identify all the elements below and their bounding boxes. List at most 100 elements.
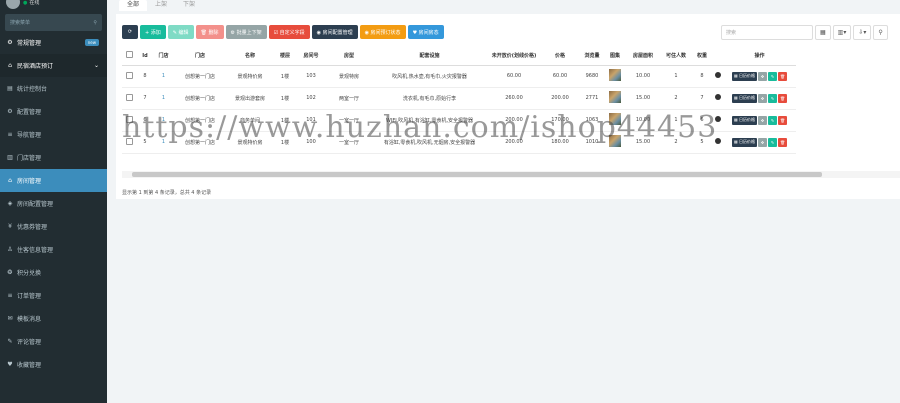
sidebar-item[interactable]: ♥ 收藏管理 <box>0 353 107 376</box>
column-header: 房型 <box>326 47 372 66</box>
sidebar-item[interactable]: ≡ 订单管理 <box>0 284 107 307</box>
columns-icon[interactable]: ▥▾ <box>832 25 852 40</box>
sidebar-item[interactable]: ▤ 统计控制台 <box>0 77 107 100</box>
edit-icon[interactable]: ✎ <box>768 137 778 147</box>
sidebar-item[interactable]: ⌂ 房间管理 <box>0 169 107 192</box>
edit-icon[interactable]: ✎ <box>768 115 778 125</box>
cell-status <box>713 87 723 110</box>
horizontal-scrollbar[interactable] <box>122 171 900 178</box>
heart-icon: ♥ <box>7 361 13 368</box>
sidebar-item[interactable]: ¥ 优惠券管理 <box>0 215 107 238</box>
room-thumbnail[interactable] <box>609 69 621 81</box>
room-list-panel: ⟳ + 添加 ✎ 编辑 🗑 删除 ⚙ 批量上下架 ☑ 自定义字段 ◉ 房间配置管… <box>116 14 900 199</box>
delete-icon[interactable]: 🗑 <box>778 71 788 81</box>
delete-icon[interactable]: 🗑 <box>778 115 788 125</box>
cell-operations: ▦ 日历价格 ✥ ✎ 🗑 <box>723 65 796 88</box>
cell-store-id[interactable]: 1 <box>153 65 174 88</box>
home-icon: ⌂ <box>8 177 12 184</box>
add-button[interactable]: + 添加 <box>140 25 166 39</box>
table-row[interactable]: 8 1 创想第一门店 景观特价房 1楼 103 景观特房 吹风机,热水壶,有毛巾,火灾报警器 6… <box>122 65 796 88</box>
room-order-status-button[interactable]: ◉ 房间预订状态 <box>359 25 406 39</box>
edit-button[interactable]: ✎ 编辑 <box>167 25 194 39</box>
sidebar-item[interactable]: ⚙ 常规管理 new <box>0 31 107 54</box>
cell-name: 景观出游套房 <box>226 87 274 110</box>
main-content: 全部 上架 下架 ⟳ + 添加 ✎ 编辑 🗑 删除 ⚙ 批量上下架 ☑ 自定义字… <box>107 0 900 403</box>
sidebar-item[interactable]: ◈ 房间配置管理 <box>0 192 107 215</box>
sidebar-item[interactable]: ≡ 导航管理 <box>0 123 107 146</box>
room-config-button[interactable]: ◉ 房间配置管理 <box>311 25 358 39</box>
sidebar-search-input[interactable]: 搜索菜单 ⚲ <box>5 14 102 31</box>
column-header: 房间号 <box>296 47 326 66</box>
cell-people: 2 <box>661 87 691 110</box>
status-dot <box>715 94 721 100</box>
sidebar-item[interactable]: ✎ 评论管理 <box>0 330 107 353</box>
gears-icon: ⚙ <box>7 39 13 46</box>
calendar-price-button[interactable]: ▦ 日历价格 <box>731 71 758 81</box>
chart-icon: ▤ <box>7 85 13 92</box>
cell-operations: ▦ 日历价格 ✥ ✎ 🗑 <box>723 131 796 154</box>
scrollbar-thumb[interactable] <box>132 172 822 177</box>
pagination-info: 显示第 1 到第 4 条记录，总共 4 条记录 <box>122 190 212 196</box>
new-badge: new <box>84 39 99 46</box>
tab-all[interactable]: 全部 <box>119 0 148 11</box>
tab-off-shelf[interactable]: 下架 <box>175 0 203 11</box>
sidebar-item[interactable]: ✉ 模板消息 <box>0 307 107 330</box>
delete-icon[interactable]: 🗑 <box>778 93 788 103</box>
room-status-button[interactable]: ♥ 房间房态 <box>407 25 444 39</box>
room-thumbnail[interactable] <box>609 91 621 103</box>
select-all-checkbox[interactable] <box>126 51 133 59</box>
user-panel: 在线 <box>0 0 107 12</box>
move-icon[interactable]: ✥ <box>758 71 768 81</box>
toolbar: ⟳ + 添加 ✎ 编辑 🗑 删除 ⚙ 批量上下架 ☑ 自定义字段 ◉ 房间配置管… <box>122 25 444 39</box>
sidebar-item[interactable]: ▥ 门店管理 <box>0 146 107 169</box>
column-header: 配套设施 <box>372 47 487 66</box>
cell-weight: 7 <box>691 87 713 110</box>
row-checkbox[interactable] <box>126 71 133 79</box>
search-toggle-icon[interactable]: ⚲ <box>873 25 888 40</box>
search-icon[interactable]: ⚲ <box>93 20 97 26</box>
sidebar-item-label: 门店管理 <box>17 155 42 162</box>
edit-icon[interactable]: ✎ <box>768 93 778 103</box>
column-header: 楼层 <box>274 47 296 66</box>
column-header: 门店 <box>174 47 226 66</box>
sidebar-item[interactable]: ⌂ 民宿酒店预订 ⌄ <box>0 54 107 77</box>
avatar[interactable] <box>6 0 20 9</box>
row-checkbox[interactable] <box>126 93 133 101</box>
list-icon: ≡ <box>7 292 13 299</box>
cell-status <box>713 65 723 88</box>
calendar-price-button[interactable]: ▦ 日历价格 <box>731 93 758 103</box>
move-icon[interactable]: ✥ <box>758 93 768 103</box>
row-select-cell <box>122 87 137 110</box>
edit-icon[interactable]: ✎ <box>768 71 778 81</box>
move-icon[interactable]: ✥ <box>758 137 768 147</box>
delete-icon[interactable]: 🗑 <box>778 137 788 147</box>
sidebar-item-label: 住客信息管理 <box>17 247 54 254</box>
refresh-button[interactable]: ⟳ <box>122 25 138 39</box>
sidebar-item[interactable]: ♙ 住客信息管理 <box>0 238 107 261</box>
column-header: 未开放价(划线价格) <box>487 47 541 66</box>
move-icon[interactable]: ✥ <box>758 115 768 125</box>
batch-shelf-button[interactable]: ⚙ 批量上下架 <box>225 25 267 39</box>
custom-field-button[interactable]: ☑ 自定义字段 <box>268 25 310 39</box>
calendar-price-button[interactable]: ▦ 日历价格 <box>731 115 758 125</box>
sidebar-menu: ⚙ 常规管理 new ⌂ 民宿酒店预订 ⌄ ▤ 统计控制台 ⚙ 配置管理 ≡ 导航管理 ▥ 门店管理 ⌂ 房间… <box>0 31 107 376</box>
cell-floor: 1楼 <box>274 65 296 88</box>
bank-icon: ▥ <box>7 154 13 161</box>
column-header: 门店 <box>153 47 174 66</box>
tab-on-shelf[interactable]: 上架 <box>147 0 175 11</box>
sidebar-item[interactable]: ⚙ 配置管理 <box>0 100 107 123</box>
export-icon[interactable]: ⇩▾ <box>853 25 872 40</box>
column-header: Id <box>137 47 153 66</box>
sidebar-item[interactable]: ❂ 积分兑换 <box>0 261 107 284</box>
cell-store-id[interactable]: 1 <box>153 87 174 110</box>
select-all-header[interactable] <box>122 47 137 66</box>
delete-button[interactable]: 🗑 删除 <box>195 25 224 39</box>
calendar-price-button[interactable]: ▦ 日历价格 <box>731 137 758 147</box>
sidebar-item-label: 常规管理 <box>17 40 42 47</box>
cell-views: 9680 <box>579 65 605 88</box>
table-search-input[interactable]: 搜索 <box>721 25 813 40</box>
table-row[interactable]: 7 1 创想第一门店 景观出游套房 1楼 102 两室一厅 洗衣机,有毛巾,原始行李 260.0… <box>122 87 796 110</box>
toggle-view-icon[interactable]: ▦ <box>815 25 831 40</box>
cell-facilities: 洗衣机,有毛巾,原始行李 <box>372 87 487 110</box>
sidebar-item-label: 模板消息 <box>17 316 42 323</box>
